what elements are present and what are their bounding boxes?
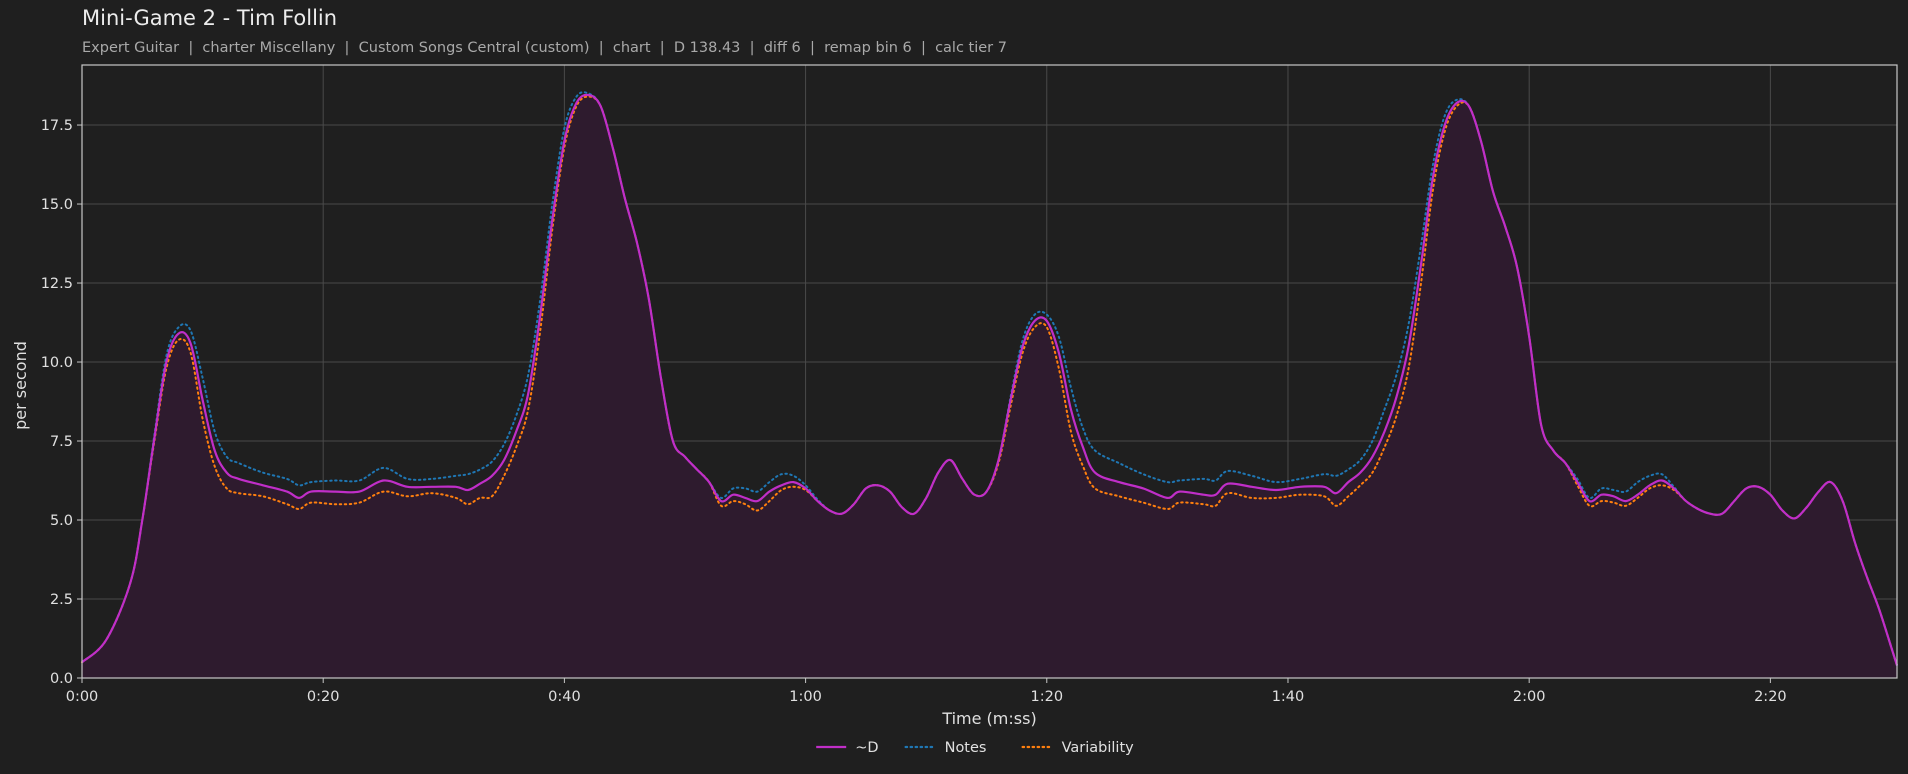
y-tick-label: 15.0	[41, 197, 73, 213]
x-tick-label: 1:40	[1272, 689, 1305, 705]
y-tick-label: 5.0	[50, 513, 73, 529]
y-tick-label: 17.5	[41, 118, 73, 134]
y-tick-label: 12.5	[41, 276, 73, 292]
x-axis-label: Time (m:ss)	[941, 709, 1036, 728]
legend-label: Variability	[1062, 740, 1135, 756]
x-tick-label: 1:20	[1031, 689, 1064, 705]
x-tick-label: 2:00	[1513, 689, 1546, 705]
x-tick-label: 0:00	[66, 689, 99, 705]
y-tick-label: 2.5	[50, 592, 73, 608]
y-tick-label: 0.0	[50, 671, 73, 687]
legend-label: ~D	[855, 740, 878, 756]
x-tick-label: 2:20	[1754, 689, 1787, 705]
y-axis-ticks: 0.0 2.5 5.0 7.5 10.0 12.5 15.0 17.5	[41, 118, 82, 687]
y-tick-label: 7.5	[50, 434, 73, 450]
x-tick-label: 1:00	[789, 689, 822, 705]
area-fill-layer	[82, 94, 1897, 679]
x-tick-label: 0:20	[307, 689, 340, 705]
legend: ~D Notes Variability	[816, 740, 1134, 756]
chart-canvas: 0:00 0:20 0:40 1:00 1:20 1:40 2:00 2:20 0.0 2.5 5…	[11, 64, 1899, 756]
y-axis-label: per second	[11, 341, 30, 430]
x-axis-ticks: 0:00 0:20 0:40 1:00 1:20 1:40 2:00 2:20	[66, 678, 1787, 705]
x-tick-label: 0:40	[548, 689, 581, 705]
series-area-fill	[82, 94, 1897, 679]
y-tick-label: 10.0	[41, 355, 73, 371]
legend-label: Notes	[945, 740, 987, 756]
